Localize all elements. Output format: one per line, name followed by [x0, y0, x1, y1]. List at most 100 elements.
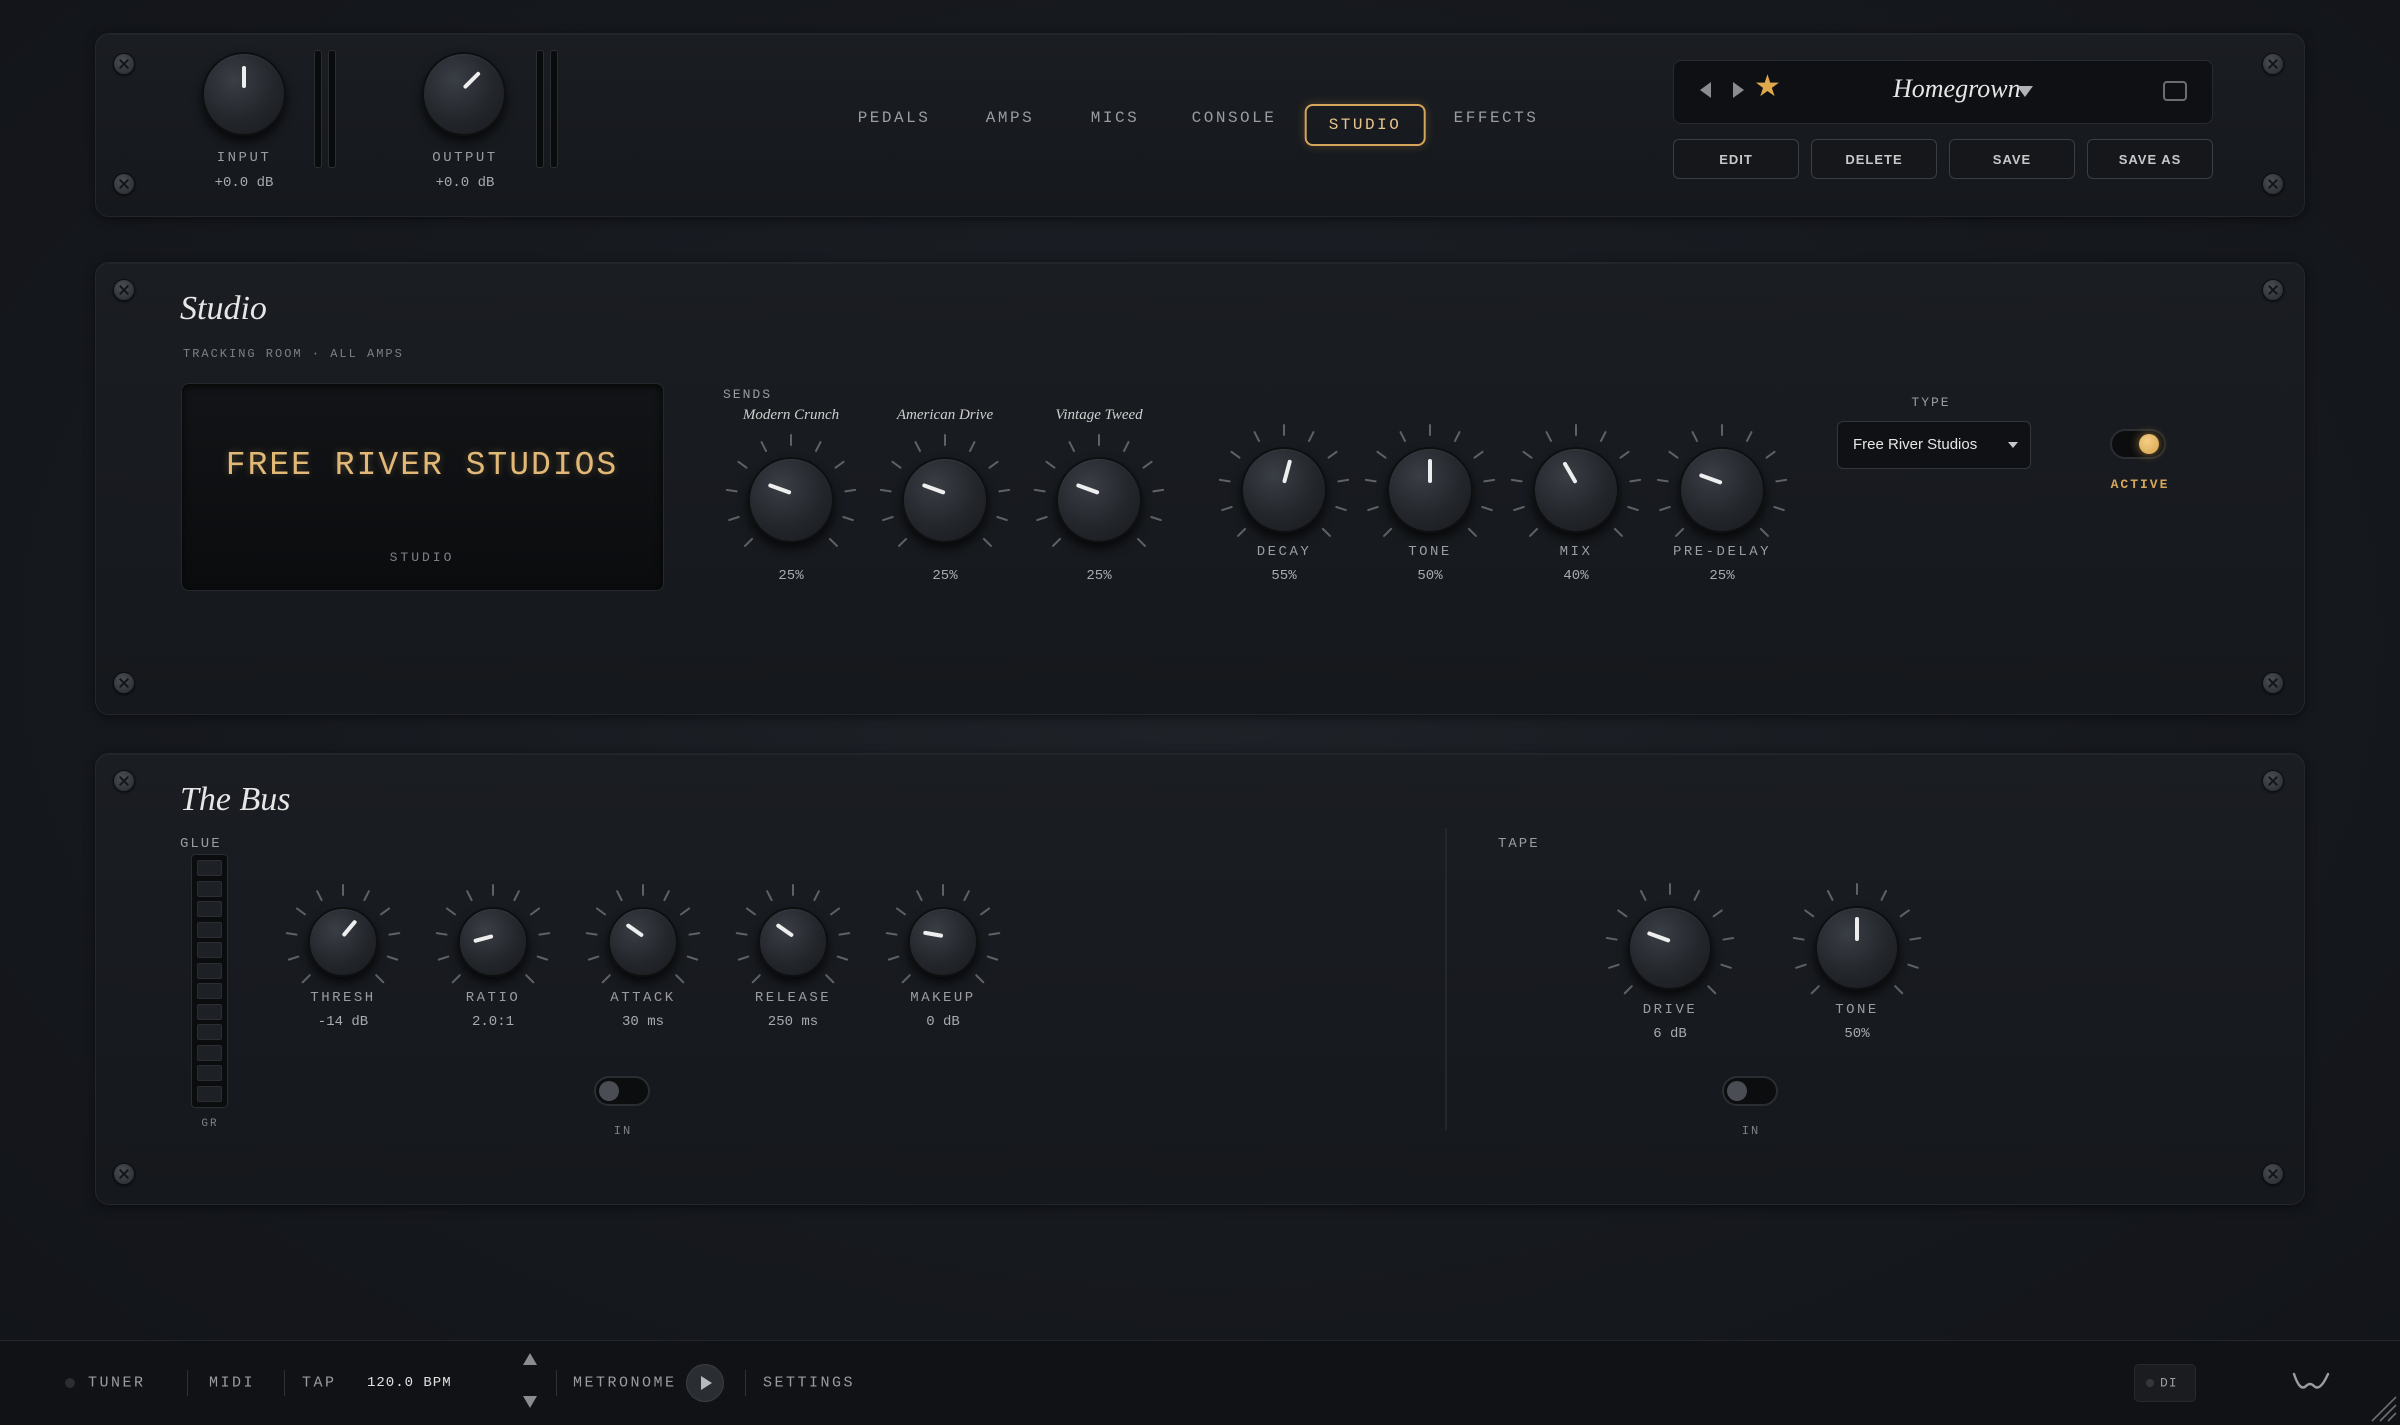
- bus-panel: [95, 753, 2305, 1205]
- play-icon: [701, 1376, 712, 1390]
- thresh-label: THRESH: [310, 990, 376, 1006]
- screw-icon: [113, 1163, 135, 1185]
- tape-tone-knob[interactable]: [1815, 906, 1899, 990]
- delete-button[interactable]: DELETE: [1811, 139, 1937, 179]
- tone-knob[interactable]: [1387, 447, 1473, 533]
- release-label: RELEASE: [754, 990, 832, 1006]
- thresh-knob[interactable]: [308, 907, 378, 977]
- tuner-button[interactable]: TUNER: [88, 1375, 146, 1392]
- tape-in-toggle[interactable]: [1722, 1076, 1778, 1106]
- active-toggle[interactable]: [2110, 429, 2166, 459]
- input-meter-right: [328, 50, 336, 168]
- footer-separator: [187, 1370, 188, 1396]
- bus-title: The Bus: [180, 781, 291, 818]
- send-name: Vintage Tweed: [1055, 407, 1143, 423]
- send-name: Modern Crunch: [742, 407, 840, 423]
- bus-divider: [1445, 828, 1447, 1130]
- gr-meter-segment: [197, 962, 222, 979]
- save-as-button[interactable]: SAVE AS: [2087, 139, 2213, 179]
- input-meter-left: [314, 50, 322, 168]
- studio-subtitle: TRACKING ROOM · ALL AMPS: [183, 347, 404, 361]
- tape-drive-knob[interactable]: [1628, 906, 1712, 990]
- screw-icon: [2262, 173, 2284, 195]
- ratio-knob[interactable]: [458, 907, 528, 977]
- gr-meter-segment: [197, 860, 222, 876]
- screw-icon: [113, 672, 135, 694]
- tape-drive-value: 6 dB: [1653, 1026, 1687, 1042]
- mix-label: MIX: [1559, 544, 1593, 560]
- settings-button[interactable]: SETTINGS: [763, 1375, 855, 1392]
- gr-meter-segment: [197, 880, 222, 897]
- decay-knob[interactable]: [1241, 447, 1327, 533]
- tab-amps[interactable]: AMPS: [964, 99, 1056, 137]
- send-knob-1[interactable]: [748, 457, 834, 543]
- preset-name[interactable]: Homegrown: [1893, 74, 2021, 104]
- window-icon[interactable]: [2163, 81, 2187, 101]
- metronome-label: METRONOME: [573, 1374, 677, 1392]
- screw-icon: [2262, 1163, 2284, 1185]
- tape-tone-label: TONE: [1835, 1002, 1879, 1018]
- studio-title: Studio: [180, 290, 267, 327]
- tape-in-label: IN: [1741, 1124, 1761, 1138]
- output-label: OUTPUT: [432, 150, 498, 166]
- glue-label: GLUE: [180, 836, 222, 852]
- input-value: +0.0 dB: [214, 175, 274, 191]
- output-value: +0.0 dB: [435, 175, 495, 191]
- tab-mics[interactable]: MICS: [1069, 99, 1161, 137]
- send-name: American Drive: [896, 407, 994, 423]
- gr-meter-segment: [197, 1044, 222, 1061]
- screw-icon: [113, 279, 135, 301]
- di-indicator-icon: [2146, 1379, 2154, 1387]
- waveform-logo-icon: [2292, 1372, 2330, 1389]
- send-knob-3[interactable]: [1056, 457, 1142, 543]
- footer-separator: [745, 1370, 746, 1396]
- gr-meter-segment: [197, 1003, 222, 1020]
- bpm-value[interactable]: 120.0 BPM: [367, 1375, 452, 1391]
- bpm-down-arrow-icon[interactable]: [523, 1396, 537, 1408]
- preset-dropdown-icon[interactable]: [2017, 86, 2033, 97]
- next-preset-button[interactable]: [1733, 82, 1744, 98]
- gr-meter-segment: [197, 1024, 222, 1040]
- screw-icon: [113, 53, 135, 75]
- tap-button[interactable]: TAP: [302, 1375, 337, 1392]
- predelay-knob[interactable]: [1679, 447, 1765, 533]
- tab-studio[interactable]: STUDIO: [1304, 104, 1426, 146]
- resize-handle-icon[interactable]: [2368, 1393, 2398, 1423]
- input-knob[interactable]: [202, 52, 286, 136]
- release-value: 250 ms: [767, 1014, 819, 1030]
- type-label: TYPE: [1911, 395, 1951, 410]
- sends-label: SENDS: [723, 387, 773, 402]
- prev-preset-button[interactable]: [1700, 82, 1711, 98]
- tape-drive-label: DRIVE: [1642, 1002, 1698, 1018]
- screw-icon: [2262, 53, 2284, 75]
- gr-label: GR: [201, 1118, 219, 1130]
- output-meter-left: [536, 50, 544, 168]
- attack-knob[interactable]: [608, 907, 678, 977]
- mix-knob[interactable]: [1533, 447, 1619, 533]
- glue-in-toggle[interactable]: [594, 1076, 650, 1106]
- makeup-label: MAKEUP: [910, 990, 976, 1006]
- send-value-3: 25%: [1086, 568, 1112, 584]
- tab-console[interactable]: CONSOLE: [1170, 99, 1299, 137]
- midi-button[interactable]: MIDI: [209, 1375, 255, 1392]
- ratio-value: 2.0:1: [471, 1014, 515, 1030]
- release-knob[interactable]: [758, 907, 828, 977]
- di-label: DI: [2160, 1375, 2178, 1391]
- input-label: INPUT: [216, 150, 272, 166]
- send-knob-2[interactable]: [902, 457, 988, 543]
- favorite-star-icon[interactable]: ★: [1754, 72, 1781, 102]
- active-label: ACTIVE: [2110, 477, 2170, 492]
- footer-separator: [556, 1370, 557, 1396]
- tab-pedals[interactable]: PEDALS: [836, 99, 953, 137]
- tab-effects[interactable]: EFFECTS: [1432, 99, 1561, 137]
- footer-bar: [0, 1340, 2400, 1425]
- output-knob[interactable]: [422, 52, 506, 136]
- makeup-knob[interactable]: [908, 907, 978, 977]
- edit-button[interactable]: EDIT: [1673, 139, 1799, 179]
- screw-icon: [2262, 279, 2284, 301]
- bpm-up-arrow-icon[interactable]: [523, 1353, 537, 1365]
- studio-display-name: FREE RIVER STUDIOS: [225, 447, 619, 484]
- save-button[interactable]: SAVE: [1949, 139, 2075, 179]
- gr-meter-segment: [197, 1085, 222, 1102]
- screw-icon: [113, 770, 135, 792]
